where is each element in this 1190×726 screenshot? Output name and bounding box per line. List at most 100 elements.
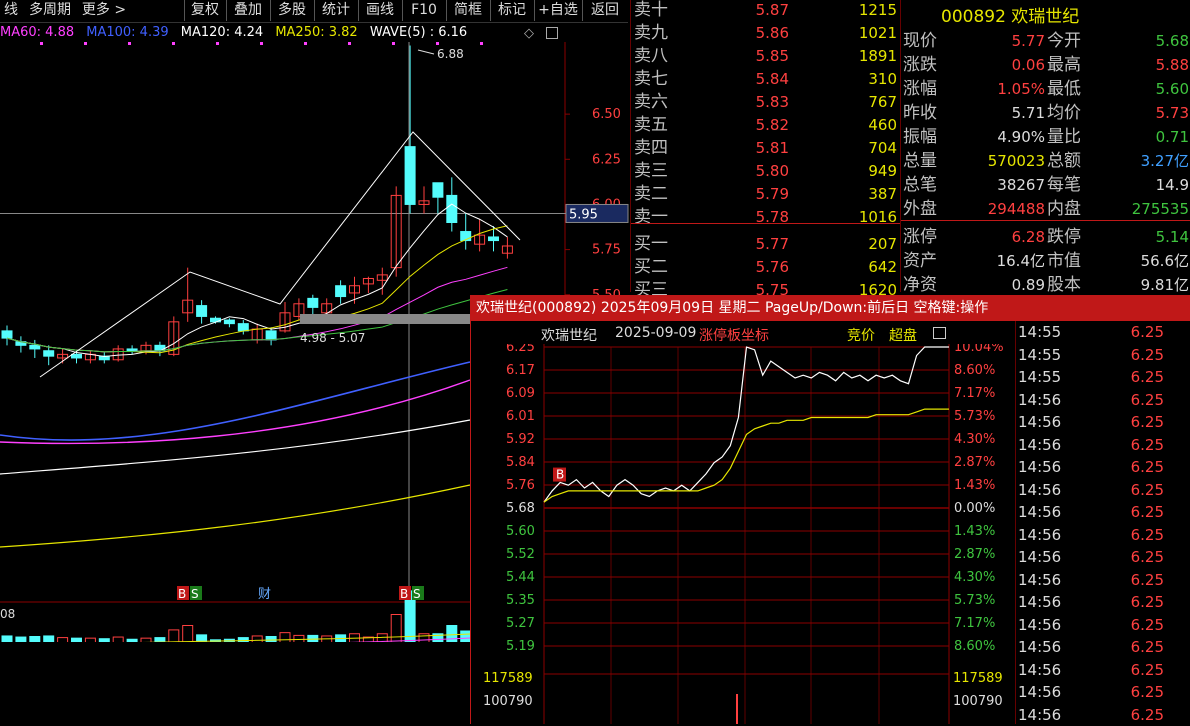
- quote-value: 0.71: [1097, 126, 1189, 149]
- intraday-pct-tick: 8.60%: [954, 639, 995, 654]
- tick-price: 6.25: [1112, 501, 1164, 523]
- intraday-volume-tick: 100790: [483, 694, 533, 709]
- orderbook-row-sell[interactable]: 卖三5.80949: [631, 160, 901, 183]
- intraday-pct-tick: 10.04%: [954, 344, 1004, 355]
- tick-time: 14:56: [1018, 614, 1061, 636]
- tick-time: 14:56: [1018, 524, 1061, 546]
- tick-row: 14:566.25: [1016, 569, 1190, 592]
- tb-item-draw-line[interactable]: 画线: [358, 0, 401, 21]
- intraday-pct-tick: 5.73%: [954, 409, 995, 424]
- orderbook-price: 5.84: [721, 68, 789, 91]
- kline-price-tick: 6.25: [592, 152, 621, 167]
- quote-row: 资产16.4亿市值56.6亿: [901, 250, 1190, 273]
- tb-item-f10[interactable]: F10: [402, 0, 445, 21]
- volume-bar: [155, 638, 165, 642]
- popup-date: 2025-09-09: [615, 325, 696, 341]
- quote-value: 5.68: [1097, 30, 1189, 53]
- ma-dot-marker: [348, 42, 351, 45]
- orderbook-row-sell[interactable]: 卖四5.81704: [631, 137, 901, 160]
- orderbook-level-label: 卖十: [634, 0, 668, 22]
- candle-body: [336, 286, 346, 297]
- tb-item-simple-frame[interactable]: 简框: [446, 0, 489, 21]
- panel-toggle-icon[interactable]: [546, 27, 558, 39]
- volume-label: 08: [0, 607, 15, 621]
- candle-body: [238, 324, 248, 331]
- wave-label: WAVE(5) : 6.16: [370, 25, 467, 40]
- quote-label: 今开: [1047, 30, 1081, 53]
- tick-row: 14:566.25: [1016, 456, 1190, 479]
- intraday-price-tick: 6.01: [506, 409, 535, 424]
- tb-item-multi-period[interactable]: 多周期: [24, 0, 76, 21]
- quote-value: 570023: [961, 150, 1045, 173]
- tb-item-back[interactable]: 返回: [582, 0, 627, 21]
- tick-price: 6.25: [1112, 704, 1164, 726]
- tb-item-multi-stock[interactable]: 多股: [270, 0, 313, 21]
- quote-label: 振幅: [903, 126, 937, 149]
- orderbook-level-label: 卖一: [634, 206, 668, 229]
- intraday-avg-line: [544, 409, 949, 502]
- orderbook-level-label: 卖九: [634, 22, 668, 45]
- orderbook-level-label: 卖七: [634, 68, 668, 91]
- orderbook-row-sell[interactable]: 卖六5.83767: [631, 91, 901, 114]
- intraday-chart[interactable]: 6.2510.04%6.178.60%6.097.17%6.015.73%5.9…: [471, 344, 1016, 724]
- tick-price: 6.25: [1112, 344, 1164, 366]
- tick-list: 14:556.2514:556.2514:556.2514:566.2514:5…: [1015, 321, 1190, 724]
- tick-price: 6.25: [1112, 321, 1164, 343]
- intraday-pct-tick: 5.73%: [954, 593, 995, 608]
- tick-price: 6.25: [1112, 569, 1164, 591]
- tick-row: 14:566.25: [1016, 659, 1190, 682]
- popup-panel-icon[interactable]: [933, 327, 946, 339]
- tick-row: 14:566.25: [1016, 389, 1190, 412]
- quote-row: 振幅4.90%量比0.71: [901, 126, 1190, 149]
- tb-item-add-watchlist[interactable]: +自选: [534, 0, 581, 21]
- intraday-price-tick: 5.27: [506, 616, 535, 631]
- quote-label: 总笔: [903, 174, 937, 197]
- tb-item-more[interactable]: 更多 >: [80, 0, 128, 21]
- order-book: 卖十5.871215卖九5.861021卖八5.851891卖七5.84310卖…: [630, 0, 901, 292]
- candle-body: [405, 147, 415, 205]
- tb-item-restore-right[interactable]: 复权: [184, 0, 225, 21]
- quote-row: 涨跌0.06最高5.88: [901, 54, 1190, 77]
- tb-item-overlay[interactable]: 叠加: [226, 0, 269, 21]
- intraday-pct-tick: 2.87%: [954, 455, 995, 470]
- orderbook-price: 5.82: [721, 114, 789, 137]
- auction-button[interactable]: 竞价: [847, 325, 875, 345]
- intraday-pct-tick: 0.00%: [954, 501, 995, 516]
- volume-bar: [280, 633, 290, 642]
- ma-dot-marker: [480, 42, 483, 45]
- ma250-label: MA250: 3.82: [275, 25, 357, 40]
- orderbook-row-sell[interactable]: 卖七5.84310: [631, 68, 901, 91]
- tick-row: 14:566.25: [1016, 479, 1190, 502]
- quote-label: 现价: [903, 30, 937, 53]
- orderbook-price: 5.85: [721, 45, 789, 68]
- intraday-popup-header[interactable]: 欢瑞世纪(000892) 2025年09月09日 星期二 PageUp/Down…: [470, 295, 1190, 321]
- orderbook-row-sell[interactable]: 卖一5.781016: [631, 206, 901, 229]
- orderbook-row-sell[interactable]: 卖八5.851891: [631, 45, 901, 68]
- volume-bar: [419, 634, 429, 642]
- volume-bar: [252, 636, 262, 642]
- orderbook-level-label: 卖五: [634, 114, 668, 137]
- ma-dot-marker: [84, 42, 87, 45]
- orderbook-row-sell[interactable]: 卖十5.871215: [631, 0, 901, 22]
- quote-label: 量比: [1047, 126, 1081, 149]
- ma120-line: [0, 420, 470, 474]
- tb-item-mark[interactable]: 标记: [490, 0, 533, 21]
- orderbook-price: 5.83: [721, 91, 789, 114]
- ma60-line-lower: [0, 380, 470, 443]
- tb-item-stats[interactable]: 统计: [314, 0, 357, 21]
- orderbook-row-sell[interactable]: 卖五5.82460: [631, 114, 901, 137]
- intraday-pct-tick: 4.30%: [954, 432, 995, 447]
- ma-dot-marker: [436, 42, 439, 45]
- orderbook-row-buy[interactable]: 买二5.76642: [631, 256, 901, 279]
- high-price-label: 6.88: [437, 47, 464, 61]
- super-button[interactable]: 超盘: [889, 325, 917, 345]
- orderbook-row-sell[interactable]: 卖九5.861021: [631, 22, 901, 45]
- orderbook-row-sell[interactable]: 卖二5.79387: [631, 183, 901, 206]
- intraday-pct-tick: 7.17%: [954, 386, 995, 401]
- diamond-icon[interactable]: ◇: [524, 26, 534, 41]
- tick-time: 14:56: [1018, 704, 1061, 726]
- quote-row: 外盘294488内盘275535: [901, 198, 1190, 221]
- tb-item-line[interactable]: 线: [0, 0, 22, 21]
- orderbook-row-buy[interactable]: 买一5.77207: [631, 233, 901, 256]
- volume-bar: [266, 637, 276, 643]
